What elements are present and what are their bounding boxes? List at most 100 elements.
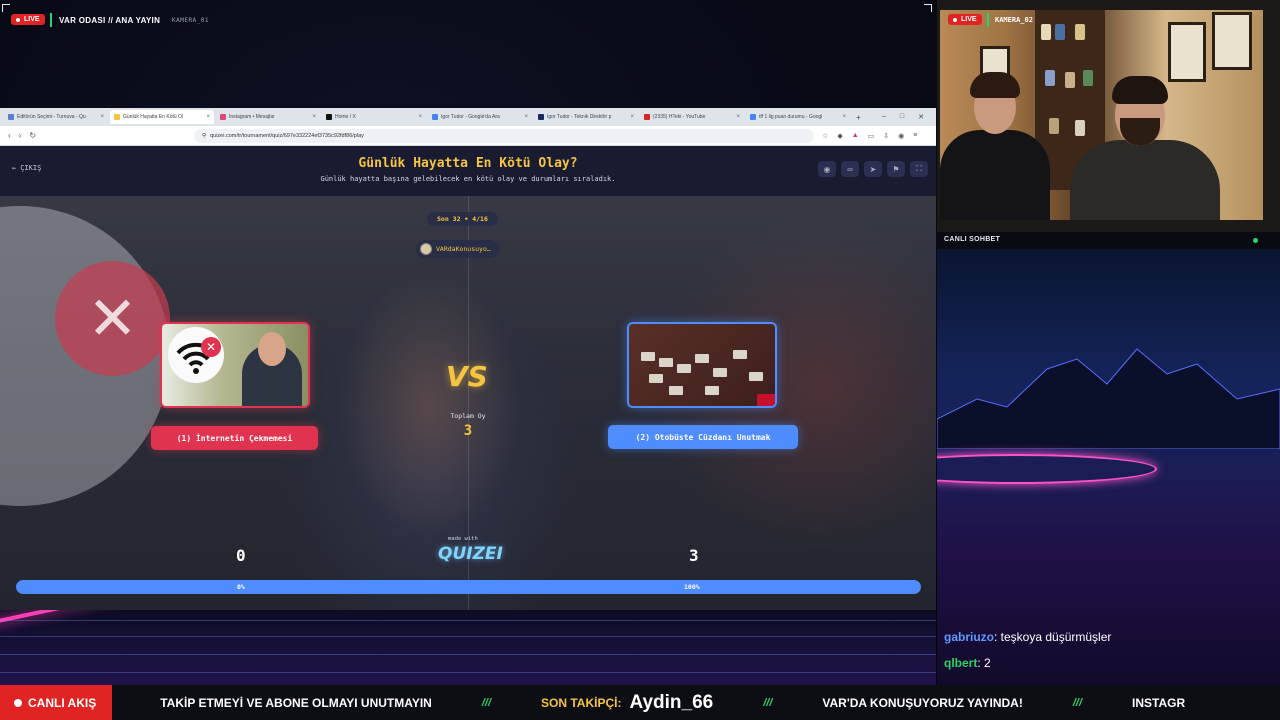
ticker-separator: /// — [481, 696, 491, 709]
banknote — [677, 364, 691, 373]
banknote — [669, 386, 683, 395]
no-connection-icon: ✕ — [201, 337, 221, 357]
shelf-item — [1049, 118, 1059, 134]
chat-text: : teşkoya düşürmüşler — [994, 630, 1112, 644]
frame-corner — [2, 4, 10, 12]
menu-icon[interactable]: ≡ — [913, 132, 917, 140]
tab-label: Igor Tudor - Google'da Ara — [441, 114, 500, 120]
tab-label: Igor Tudor - Teknik Direktör p — [547, 114, 612, 120]
tab-bar: Editörün Seçimi - Turnuva - Qu × Günlük Ha… — [0, 108, 936, 126]
download-icon[interactable]: ⇩ — [883, 132, 889, 140]
browser-tab[interactable]: Igor Tudor - Google'da Ara × — [428, 110, 532, 124]
choice-card-right[interactable] — [627, 322, 777, 408]
live-badge-camera: LIVE — [948, 14, 982, 25]
grid-line — [0, 636, 936, 637]
bookmark-icon[interactable]: ☆ — [822, 132, 828, 140]
forward-icon[interactable]: › — [19, 131, 22, 140]
new-tab-icon[interactable]: + — [856, 113, 861, 122]
close-window-icon[interactable]: ✕ — [918, 113, 924, 121]
url-field[interactable]: ⚲ quizei.com/tr/tournament/quiz/697e3322… — [194, 128, 815, 143]
banknote — [649, 374, 663, 383]
ticker-badge-label: CANLI AKIŞ — [28, 695, 97, 710]
tab-close-icon[interactable]: × — [524, 114, 528, 120]
browser-tab[interactable]: Instagram • Mesajlar × — [216, 110, 320, 124]
wall-picture — [1168, 22, 1206, 82]
news-ticker: CANLI AKIŞ TAKİP ETMEYİ VE ABONE OLMAYI … — [0, 685, 1280, 720]
browser-tab[interactable]: Home / X × — [322, 110, 426, 124]
choice-button-right[interactable]: (2) Otobüste Cüzdanı Unutmak — [608, 425, 798, 449]
tab-label: Instagram • Mesajlar — [229, 114, 275, 120]
browser-tab[interactable]: tff 1 lig puan durumu - Googl × — [746, 110, 850, 124]
fullscreen-icon[interactable]: ⛶ — [910, 161, 928, 177]
link-icon[interactable]: ∞ — [841, 161, 859, 177]
online-status-dot — [1253, 238, 1258, 243]
chat-text: : 2 — [977, 656, 991, 670]
banknote — [733, 350, 747, 359]
accent-bar — [50, 13, 52, 27]
grid-line — [0, 654, 936, 655]
choice-card-left[interactable]: ✕ — [160, 322, 310, 408]
shelf-item — [1041, 24, 1051, 40]
tab-close-icon[interactable]: × — [842, 114, 846, 120]
flag-icon — [757, 394, 775, 406]
browser-tab[interactable]: Igor Tudor - Teknik Direktör p × — [534, 110, 638, 124]
tab-close-icon[interactable]: × — [630, 114, 634, 120]
ticker-message: INSTAGR — [1132, 695, 1186, 710]
live-dot-icon — [953, 17, 957, 22]
sidebar-icon[interactable]: ▭ — [868, 132, 875, 140]
ticker-separator: /// — [1072, 696, 1083, 709]
last-follower-label: SON TAKİPÇİ: — [541, 695, 622, 710]
quizei-logo[interactable]: QUIZEI — [438, 544, 503, 564]
tab-close-icon[interactable]: × — [418, 114, 422, 120]
total-votes-value: 3 — [463, 423, 473, 439]
webcam-video — [940, 10, 1263, 220]
browser-tab[interactable]: (2335) HTeki - YouTube × — [640, 110, 744, 124]
vote-progress-fill — [16, 580, 921, 594]
banknote — [749, 372, 763, 381]
total-votes-label: Toplam Oy — [450, 412, 486, 420]
profile-icon[interactable]: ◉ — [898, 132, 904, 140]
ticker-message: TAKİP ETMEYİ VE ABONE OLMAYI UNUTMAYIN — [160, 695, 432, 710]
site-info-icon[interactable]: ⚲ — [202, 133, 206, 139]
tab-close-icon[interactable]: × — [736, 114, 740, 120]
tab-favicon-icon — [538, 114, 544, 120]
warning-icon[interactable]: ▲ — [852, 132, 859, 140]
chat-username[interactable]: gabriuzo — [944, 630, 994, 644]
tab-favicon-icon — [114, 114, 120, 120]
eye-icon[interactable]: ◉ — [818, 161, 836, 177]
chat-username[interactable]: qlbert — [944, 656, 977, 670]
tab-favicon-icon — [644, 114, 650, 120]
host-right-body — [1070, 140, 1220, 220]
share-icon[interactable]: ➤ — [864, 161, 882, 177]
person-face — [258, 332, 286, 366]
choice-button-left[interactable]: (1) İnternetin Çekmemesi — [151, 426, 318, 450]
tab-close-icon[interactable]: × — [312, 114, 316, 120]
maximize-icon[interactable]: □ — [900, 113, 904, 121]
mountain-graphic — [937, 348, 1280, 449]
right-percent: 100% — [684, 583, 700, 591]
shelf-item — [1075, 24, 1085, 40]
banknote — [641, 352, 655, 361]
grid-line — [0, 672, 936, 673]
creator-badge[interactable]: VARdaKonusuyo… — [416, 240, 499, 258]
tab-favicon-icon — [326, 114, 332, 120]
tab-label: Editörün Seçimi - Turnuva - Qu — [17, 114, 86, 120]
tab-close-icon[interactable]: × — [100, 114, 104, 120]
tab-close-icon[interactable]: × — [206, 114, 210, 120]
header-actions: ◉ ∞ ➤ ⚑ ⛶ — [818, 161, 928, 177]
vote-progress-bar: 0% 100% — [16, 580, 921, 594]
choice-image-right — [629, 324, 775, 406]
extension-icon[interactable]: ◆ — [837, 132, 842, 140]
minimize-icon[interactable]: – — [882, 113, 886, 121]
creator-name: VARdaKonusuyo… — [436, 245, 491, 253]
quiz-title: Günlük Hayatta En Kötü Olay? — [358, 156, 578, 171]
flag-icon[interactable]: ⚑ — [887, 161, 905, 177]
tab-favicon-icon — [432, 114, 438, 120]
reload-icon[interactable]: ↻ — [29, 131, 36, 140]
back-icon[interactable]: ‹ — [8, 131, 11, 140]
browser-toolbar-icons: ☆ ◆ ▲ ▭ ⇩ ◉ ≡ — [822, 132, 917, 140]
browser-tab[interactable]: Editörün Seçimi - Turnuva - Qu × — [4, 110, 108, 124]
chat-panel — [937, 249, 1280, 685]
banknote — [695, 354, 709, 363]
browser-tab[interactable]: Günlük Hayatta En Kötü Ol × — [110, 110, 214, 124]
